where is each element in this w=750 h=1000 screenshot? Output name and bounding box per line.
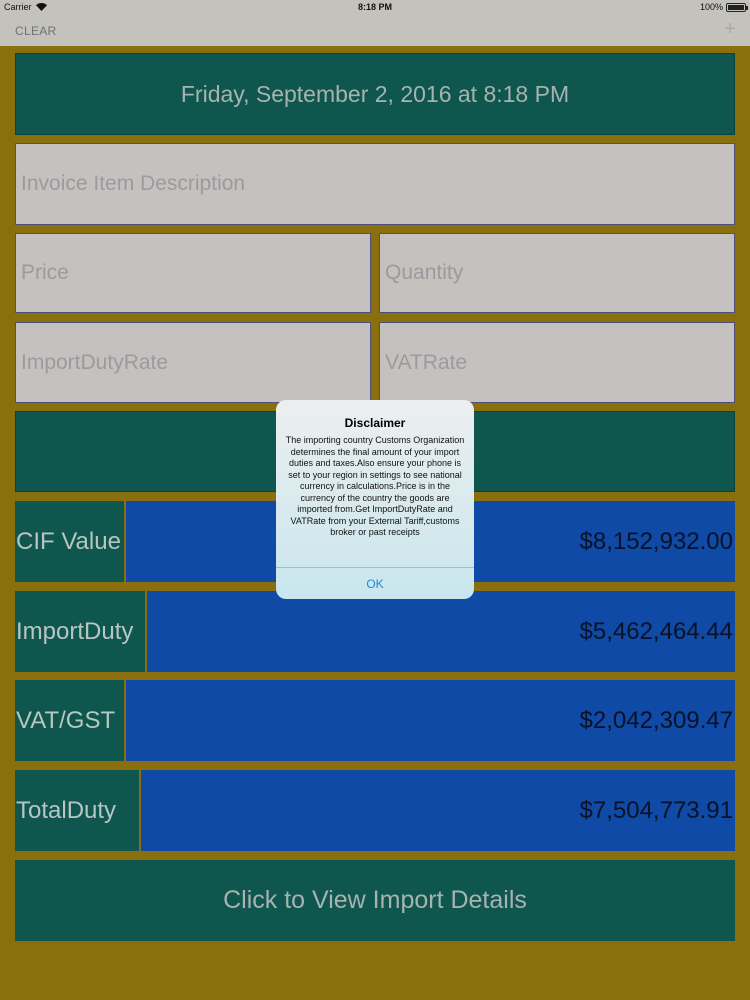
date-label: Friday, September 2, 2016 at 8:18 PM xyxy=(180,80,570,107)
vat-rate-placeholder: VATRate xyxy=(385,350,468,374)
battery-percent: 100% xyxy=(699,2,723,12)
add-icon[interactable]: + xyxy=(724,18,736,41)
price-placeholder: Price xyxy=(21,261,69,284)
duty-rate-field[interactable]: ImportDutyRate xyxy=(15,322,371,403)
description-placeholder: Invoice Item Description xyxy=(21,172,246,195)
status-bar: Carrier 8:18 PM 100% xyxy=(0,0,750,16)
disclaimer-alert: Disclaimer The importing country Customs… xyxy=(276,400,474,599)
status-right: 100% xyxy=(699,2,748,12)
clear-button[interactable]: CLEAR xyxy=(15,24,57,38)
vat-gst-label: VAT/GST xyxy=(15,680,125,761)
total-duty-amount: $7,504,773.91 xyxy=(141,770,735,851)
total-duty-label: TotalDuty xyxy=(15,770,140,851)
alert-ok-button[interactable]: OK xyxy=(276,568,474,599)
view-import-details-button[interactable]: Click to View Import Details xyxy=(15,860,735,941)
import-duty-label: ImportDuty xyxy=(15,591,146,672)
cif-value-label: CIF Value xyxy=(15,501,125,582)
nav-bar: CLEAR + xyxy=(0,16,750,46)
date-header: Friday, September 2, 2016 at 8:18 PM xyxy=(15,53,735,135)
vat-rate-field[interactable]: VATRate xyxy=(379,322,735,403)
price-field[interactable]: Price xyxy=(15,233,371,313)
alert-title: Disclaimer xyxy=(344,416,406,430)
battery-icon xyxy=(726,2,748,12)
quantity-placeholder: Quantity xyxy=(385,261,464,284)
description-field[interactable]: Invoice Item Description xyxy=(15,143,735,225)
vat-gst-amount: $2,042,309.47 xyxy=(126,680,735,761)
import-duty-amount: $5,462,464.44 xyxy=(147,591,735,672)
status-time: 8:18 PM xyxy=(357,2,392,12)
alert-message: The importing country Customs Organizati… xyxy=(285,435,465,537)
battery-fill xyxy=(728,4,744,10)
duty-rate-placeholder: ImportDutyRate xyxy=(21,350,169,374)
quantity-field[interactable]: Quantity xyxy=(379,233,735,313)
